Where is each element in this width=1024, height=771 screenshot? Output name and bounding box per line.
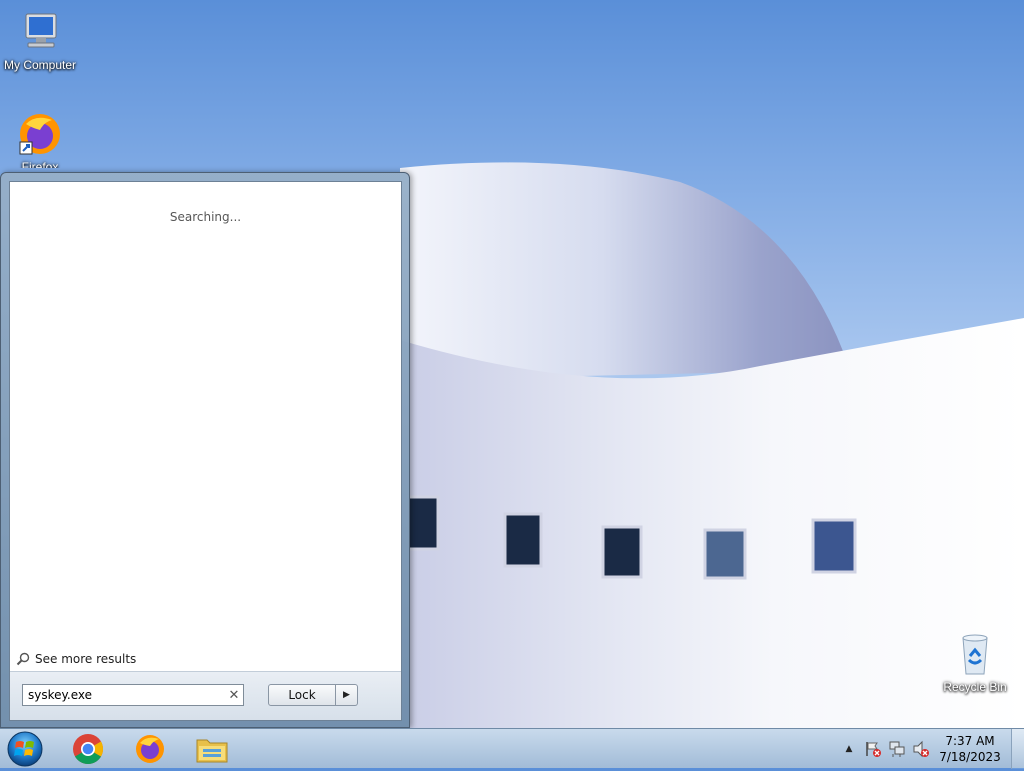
network-icon xyxy=(889,741,905,757)
desktop-icon-firefox[interactable]: Firefox xyxy=(0,110,80,168)
start-search-bar: ✕ Lock ▶ xyxy=(10,671,401,720)
firefox-icon xyxy=(136,735,164,763)
show-desktop-button[interactable] xyxy=(1011,729,1024,769)
firefox-icon xyxy=(16,110,64,158)
search-results-panel: Searching... See more results ✕ Lock ▶ xyxy=(9,181,402,721)
volume-muted-icon xyxy=(913,740,929,758)
desktop-icon-recycle-bin[interactable]: Recycle Bin xyxy=(935,630,1015,694)
clear-search-icon[interactable]: ✕ xyxy=(225,688,243,703)
clock-date: 7/18/2023 xyxy=(939,750,1001,764)
show-hidden-icons-button[interactable]: ▲ xyxy=(837,729,861,769)
desktop-icon-label: Recycle Bin xyxy=(943,680,1007,694)
start-search-input[interactable] xyxy=(23,686,225,704)
windows-logo-icon xyxy=(7,731,43,767)
chrome-icon xyxy=(73,734,104,765)
action-center-tray-icon[interactable] xyxy=(861,729,885,769)
desktop-icon-my-computer[interactable]: My Computer xyxy=(0,8,80,72)
start-button[interactable] xyxy=(6,730,44,768)
lock-button[interactable]: Lock xyxy=(268,684,336,706)
chevron-up-icon: ▲ xyxy=(845,744,853,754)
see-more-results-link[interactable]: See more results xyxy=(16,652,136,666)
start-menu: Searching... See more results ✕ Lock ▶ xyxy=(0,172,410,728)
taskbar-clock[interactable]: 7:37 AM 7/18/2023 xyxy=(933,733,1007,765)
folder-icon xyxy=(196,739,228,763)
recycle-bin-icon xyxy=(951,630,999,678)
computer-icon xyxy=(16,8,64,56)
system-tray: ▲ 7:37 AM 7/18/2023 xyxy=(837,729,1024,769)
desktop-icon-label: My Computer xyxy=(3,58,77,72)
taskbar-app-chrome[interactable] xyxy=(62,731,114,767)
volume-tray-icon[interactable] xyxy=(909,729,933,769)
see-more-results-label: See more results xyxy=(35,652,137,666)
taskbar-app-firefox[interactable] xyxy=(124,731,176,767)
taskbar: ▲ 7:37 AM 7/18/2023 xyxy=(0,728,1024,769)
search-status-text: Searching... xyxy=(169,210,242,224)
network-tray-icon[interactable] xyxy=(885,729,909,769)
power-options-arrow[interactable]: ▶ xyxy=(336,684,358,706)
power-button-group: Lock ▶ xyxy=(268,684,358,706)
search-box[interactable]: ✕ xyxy=(22,684,244,706)
chevron-right-icon: ▶ xyxy=(343,690,350,700)
search-icon xyxy=(16,652,30,666)
flag-alert-icon xyxy=(866,742,881,757)
desktop-icon-label: Firefox xyxy=(21,160,59,168)
taskbar-app-explorer[interactable] xyxy=(186,731,238,767)
clock-time: 7:37 AM xyxy=(945,734,995,748)
